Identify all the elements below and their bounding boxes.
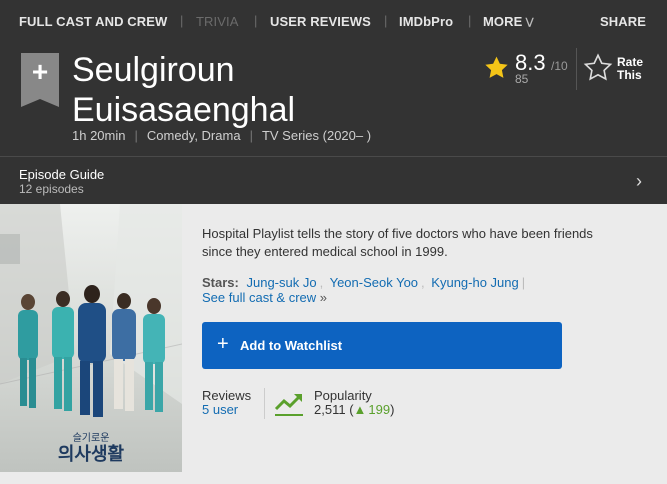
nav-separator: | <box>254 13 258 28</box>
episode-guide-title: Episode Guide <box>19 167 105 182</box>
add-to-watchlist-button[interactable]: + Add to Watchlist <box>202 322 562 369</box>
episode-count: 12 episodes <box>19 182 84 196</box>
star-outline-icon <box>583 53 613 81</box>
title-hero: FULL CAST AND CREW | TRIVIA | USER REVIE… <box>0 0 667 204</box>
stars-label: Stars: <box>202 275 239 290</box>
user-reviews-link[interactable]: 5 user <box>202 402 238 417</box>
title-meta: 1h 20min | Comedy, Drama | TV Series (2020– … <box>72 128 371 143</box>
stars-credits: Stars: Jung-suk Jo, Yeon-Seok Yoo, Kyung… <box>202 275 622 305</box>
watchlist-label: Add to Watchlist <box>240 338 343 353</box>
rate-this-label: Rate This <box>617 55 644 82</box>
poster-title-text: 의사생활 <box>58 444 125 465</box>
plus-icon: + <box>217 333 229 355</box>
chevron-right-icon: › <box>636 171 642 191</box>
rating-count[interactable]: 85 <box>515 72 528 86</box>
page-title: Seulgiroun Euisasaenghal <box>72 50 462 130</box>
nav-separator: | <box>384 13 388 28</box>
popularity-label: Popularity <box>314 388 372 403</box>
star-link[interactable]: Jung-suk Jo <box>246 275 316 290</box>
credit-separator: , <box>421 275 425 290</box>
credit-separator: | <box>521 275 526 290</box>
genres-link[interactable]: Comedy, Drama <box>147 128 241 143</box>
reviews-block: Reviews 5 user <box>202 389 251 417</box>
rating-divider <box>576 48 577 90</box>
nav-imdbpro-link[interactable]: IMDbPro <box>399 14 453 29</box>
plot-summary: Hospital Playlist tells the story of fiv… <box>202 226 593 259</box>
star-icon <box>485 56 508 78</box>
imdb-rating: 8.3 /10 85 <box>483 50 573 90</box>
popularity-rank[interactable]: 2,511 <box>314 402 346 417</box>
credit-separator: , <box>319 275 324 290</box>
title-line-2: Euisasaenghal <box>72 91 296 129</box>
subnav-bar: FULL CAST AND CREW | TRIVIA | USER REVIE… <box>0 0 667 42</box>
runtime: 1h 20min <box>72 128 126 143</box>
add-to-watchlist-ribbon[interactable]: + <box>21 53 59 107</box>
series-type-link[interactable]: TV Series (2020– ) <box>262 128 371 143</box>
see-full-cast-link[interactable]: See full cast & crew <box>202 290 316 305</box>
nav-more-menu[interactable]: MORE ⋁ <box>483 14 534 29</box>
stat-divider <box>264 388 265 419</box>
reviews-label: Reviews <box>202 388 252 403</box>
popularity-trend-icon <box>274 389 304 417</box>
episode-guide-link[interactable]: Episode Guide 12 episodes › <box>0 156 667 204</box>
up-arrow-icon: ▲ <box>353 402 367 417</box>
star-link[interactable]: Yeon-Seok Yoo <box>330 275 418 290</box>
add-icon: + <box>31 56 49 87</box>
poster-artwork: 슬기로운 의사생활 <box>0 204 182 472</box>
chevron-down-icon: ⋁ <box>525 17 534 28</box>
chevron-right-icon: » <box>319 290 328 305</box>
popularity-change: 199 <box>368 402 391 417</box>
nav-trivia-link[interactable]: TRIVIA <box>196 14 239 29</box>
star-link[interactable]: Kyung-ho Jung <box>431 275 518 290</box>
popularity-block: Popularity 2,511 (▲ 199) <box>314 388 395 417</box>
rating-out-of: /10 <box>551 59 568 73</box>
nav-full-cast-link[interactable]: FULL CAST AND CREW <box>19 14 167 29</box>
poster-image[interactable]: 슬기로운 의사생활 <box>0 204 182 472</box>
meta-separator: | <box>249 128 253 143</box>
nav-separator: | <box>180 13 184 28</box>
title-line-1: Seulgiroun <box>72 51 235 89</box>
svg-text:슬기로운: 슬기로운 <box>73 432 110 444</box>
nav-user-reviews-link[interactable]: USER REVIEWS <box>270 14 371 29</box>
nav-share-button[interactable]: SHARE <box>600 14 646 29</box>
nav-separator: | <box>468 13 472 28</box>
nav-more-label: MORE <box>483 14 523 29</box>
meta-separator: | <box>134 128 138 143</box>
